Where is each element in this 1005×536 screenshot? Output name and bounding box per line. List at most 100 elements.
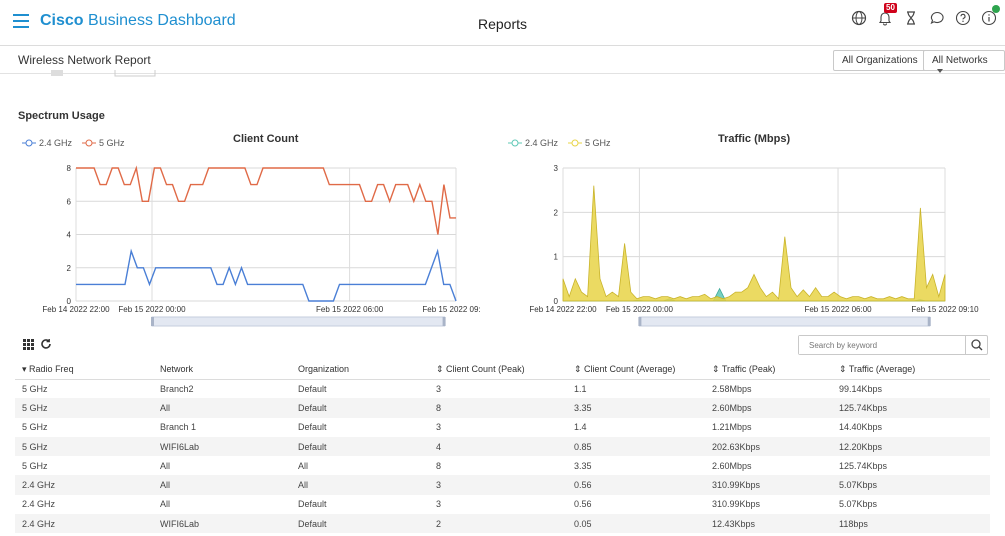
table-cell: 3.35 [574, 460, 592, 471]
table-cell: 1.1 [574, 383, 587, 394]
table-cell: 5 GHz [15, 398, 153, 418]
x-tick-label: Feb 14 2022 22:00 [529, 305, 597, 314]
table-cell: 310.99Kbps [705, 475, 832, 495]
table-cell: All [160, 460, 171, 471]
column-header-organization[interactable]: Organization [291, 360, 429, 380]
table-cell: 3.35 [567, 398, 705, 418]
table-cell: 5.07Kbps [832, 475, 990, 495]
table-cell: All [160, 499, 171, 510]
table-cell: All [298, 460, 309, 471]
table-row[interactable]: 5 GHz All Default 8 3.35 2.60Mbps 125.74Kbps [15, 398, 990, 418]
brand-rest: Business Dashboard [83, 12, 236, 29]
network-dropdown[interactable]: All Networks [923, 50, 1005, 74]
series-area-5-ghz[interactable] [562, 185, 946, 302]
table-cell: Branch 1 [160, 422, 197, 433]
zoom-slider[interactable] [638, 316, 931, 327]
traffic-chart: 0123Feb 14 2022 22:00 Feb 15 2022 00:00 Fe… [529, 164, 979, 327]
table-cell: 118bps [832, 514, 990, 534]
bell-icon[interactable]: 50 [877, 3, 897, 26]
table-cell: 125.74Kbps [839, 460, 888, 471]
legend-label: 5 GHz [99, 138, 125, 148]
table-cell: WIFI6Lab [153, 436, 291, 457]
table-row[interactable]: 5 GHz Branch 1 Default 3 1.4 1.21Mbps 14.40Kbp… [15, 418, 990, 437]
table-cell: All [291, 475, 429, 495]
columns-icon[interactable] [23, 337, 34, 355]
table-row[interactable]: 2.4 GHz All Default 3 0.56 310.99Kbps 5.07Kbps [15, 495, 990, 514]
info-icon[interactable] [981, 5, 1000, 26]
column-header-client-count-average[interactable]: ⇕ Client Count (Average) [567, 360, 705, 380]
series-line-2.4-ghz[interactable] [76, 248, 457, 302]
table-cell: 3 [436, 499, 442, 510]
legend-label: 2.4 GHz [525, 138, 559, 148]
table-cell: 310.99Kbps [712, 499, 761, 510]
column-header-client-count-peak[interactable]: ⇕ Client Count (Peak) [429, 360, 567, 380]
table-cell: 4 [429, 436, 567, 457]
table-cell: 5 GHz [22, 383, 48, 394]
table-row[interactable]: 5 GHz All All 8 3.35 2.60Mbps 125.74Kbps [15, 456, 990, 475]
column-header-radio-freq[interactable]: ▾ Radio Freq [15, 360, 153, 380]
search-button[interactable] [965, 336, 987, 354]
table-cell: Default [291, 436, 429, 457]
globe-icon[interactable] [851, 10, 867, 26]
x-tick-label: Feb 15 2022 09:10 [911, 305, 979, 314]
table-row[interactable]: 2.4 GHz All All 3 0.56 310.99Kbps 5.07Kbps [15, 475, 990, 495]
y-tick-label: 1 [554, 253, 559, 262]
table-cell: 5.07Kbps [839, 499, 878, 510]
help-icon[interactable] [955, 10, 971, 26]
network-dropdown-value: All Networks [932, 55, 988, 66]
table-cell: 202.63Kbps [705, 436, 832, 457]
legend-label: 5 GHz [585, 138, 611, 148]
table-cell: 12.20Kbps [832, 436, 990, 457]
legend-item-24ghz[interactable]: 2.4 GHz [508, 138, 558, 148]
chat-icon[interactable] [929, 10, 945, 26]
zoom-handle-right[interactable] [442, 317, 446, 326]
table-cell: 1.4 [574, 422, 587, 433]
column-header-network[interactable]: Network [153, 360, 291, 380]
notification-badge: 50 [884, 3, 897, 13]
organization-dropdown[interactable]: All Organizations [833, 50, 938, 71]
top-icons: 50 [851, 3, 1000, 26]
search-icon [971, 339, 983, 351]
legend-item-24ghz[interactable]: 2.4 GHz [22, 138, 72, 148]
column-header-traffic-average[interactable]: ⇕ Traffic (Average) [832, 360, 990, 380]
table-cell: All [153, 475, 291, 495]
header-label: Radio Freq [29, 363, 74, 374]
table-cell: 5 GHz [22, 422, 48, 433]
section-title: Spectrum Usage [18, 110, 105, 122]
table-cell: Default [298, 422, 327, 433]
y-tick-label: 8 [67, 164, 72, 173]
zoom-slider[interactable] [151, 316, 446, 327]
table-row[interactable]: 5 GHz Branch2 Default 3 1.1 2.58Mbps 99.14Kbps [15, 379, 990, 398]
table-cell: 99.14Kbps [839, 383, 883, 394]
y-tick-label: 3 [554, 164, 559, 173]
search-input[interactable] [799, 336, 965, 354]
x-tick-label: Feb 15 2022 09:10 [422, 305, 480, 314]
table-row[interactable]: 5 GHz WIFI6Lab Default 4 0.85 202.63Kbps 12.20… [15, 436, 990, 457]
refresh-icon[interactable] [40, 337, 52, 355]
table-row[interactable]: 2.4 GHz WIFI6Lab Default 2 0.05 12.43Kbps 118b… [15, 514, 990, 534]
update-indicator-icon [992, 5, 1000, 13]
table-cell: All [153, 398, 291, 418]
table-cell: 0.85 [567, 436, 705, 457]
table-cell: 2.60Mbps [712, 460, 752, 471]
column-header-traffic-peak[interactable]: ⇕ Traffic (Peak) [705, 360, 832, 380]
hourglass-icon[interactable] [903, 10, 919, 26]
table-cell: 2 [429, 514, 567, 534]
zoom-handle-right[interactable] [927, 317, 931, 326]
zoom-handle-left[interactable] [638, 317, 642, 326]
traffic-chart-legend: 2.4 GHz 5 GHz [508, 138, 611, 148]
y-tick-label: 4 [67, 231, 72, 240]
report-title: Wireless Network Report [18, 53, 151, 67]
table-cell: 0.56 [567, 475, 705, 495]
app-brand[interactable]: Cisco Business Dashboard [40, 12, 236, 30]
menu-icon[interactable] [13, 14, 29, 28]
legend-item-5ghz[interactable]: 5 GHz [568, 138, 611, 148]
x-tick-label: Feb 15 2022 06:00 [804, 305, 872, 314]
table-cell: 12.43Kbps [705, 514, 832, 534]
sort-indicator: ▾ [22, 363, 27, 374]
zoom-handle-left[interactable] [151, 317, 154, 326]
organization-dropdown-value: All Organizations [842, 55, 918, 66]
table-tools [23, 337, 52, 355]
y-tick-label: 2 [67, 264, 72, 273]
legend-item-5ghz[interactable]: 5 GHz [82, 138, 125, 148]
